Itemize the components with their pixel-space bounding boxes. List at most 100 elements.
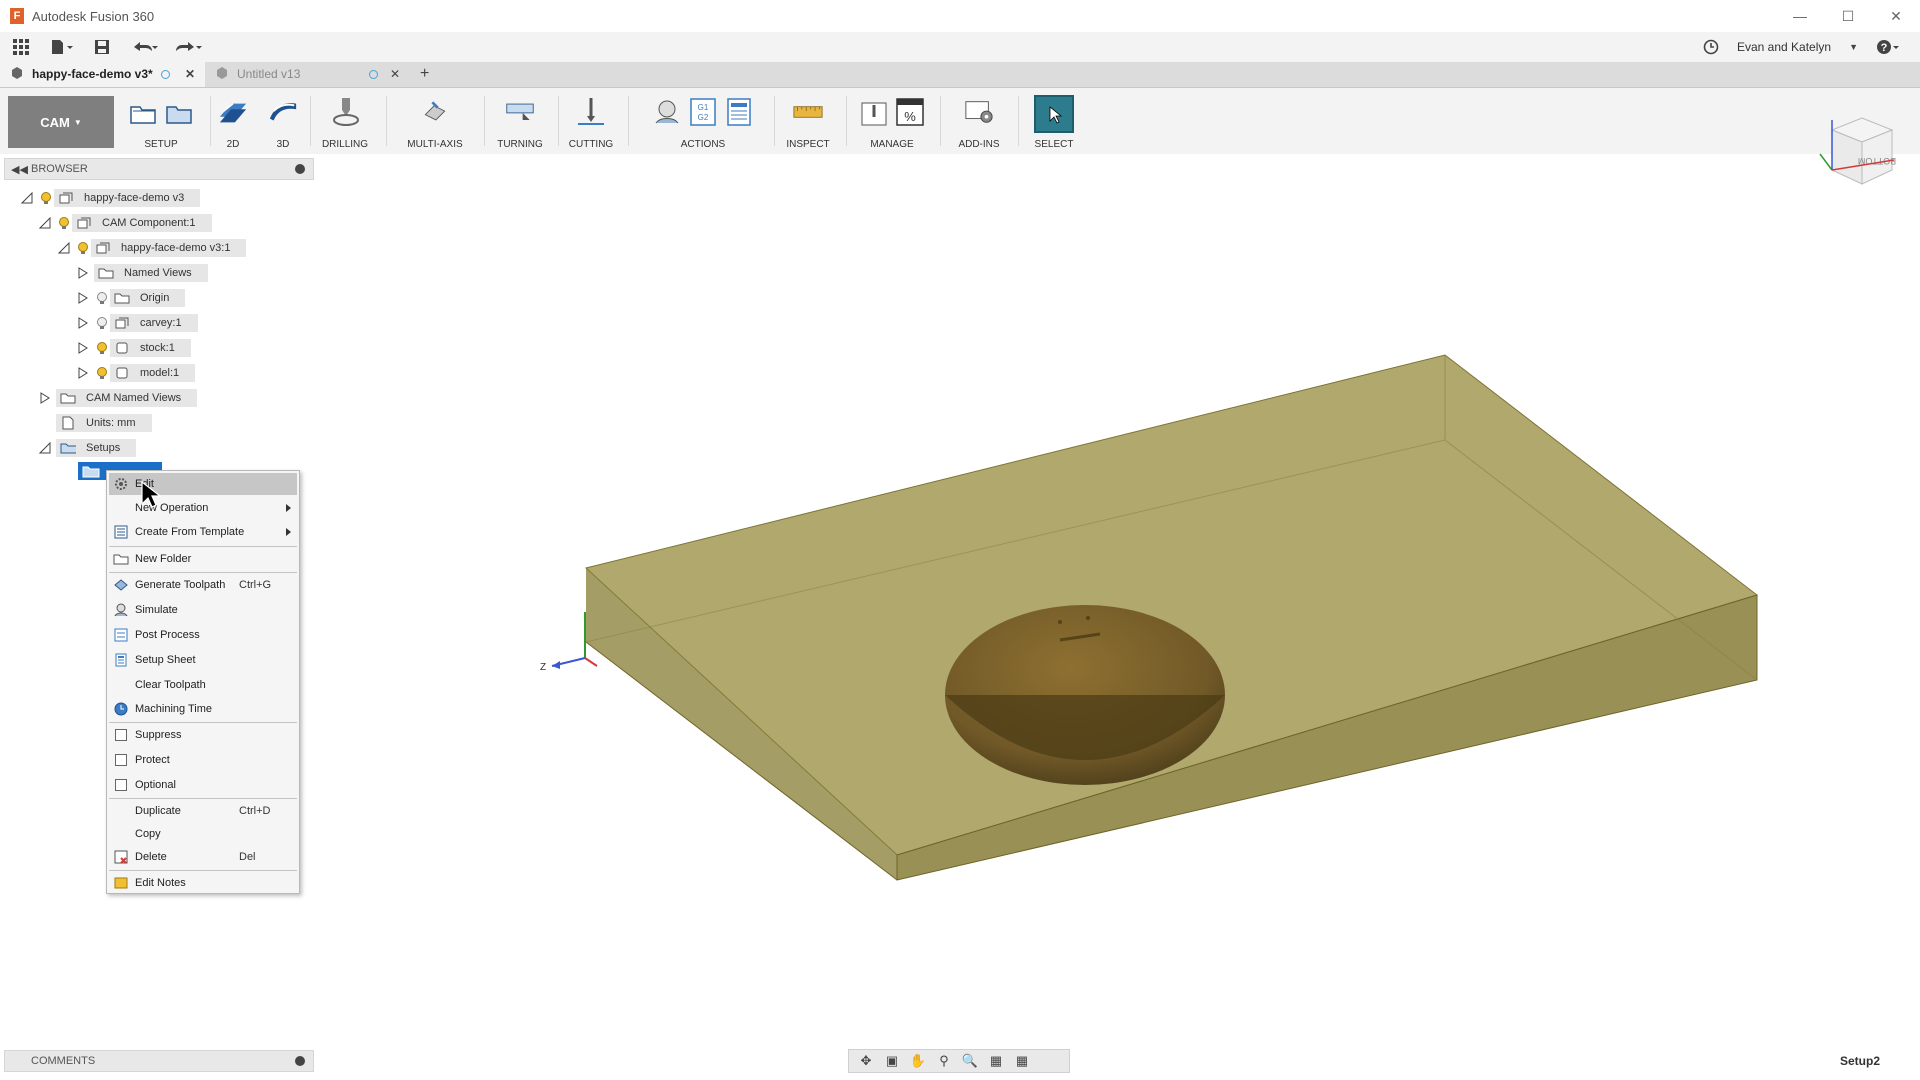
save-icon[interactable]: [82, 32, 122, 62]
ribbon-group-multi-axis[interactable]: MULTI-AXIS: [390, 94, 480, 150]
checkbox[interactable]: [113, 727, 129, 743]
menu-item-duplicate[interactable]: Duplicate Ctrl+D: [109, 800, 297, 822]
ribbon-group-add-ins[interactable]: ADD-INS: [946, 94, 1012, 150]
file-menu-icon[interactable]: [42, 32, 82, 62]
expand-triangle-icon[interactable]: [76, 366, 90, 380]
menu-item-suppress[interactable]: Suppress: [109, 724, 297, 746]
comments-expand-icon[interactable]: [295, 1056, 305, 1066]
ribbon-group-manage[interactable]: % MANAGE: [850, 94, 934, 150]
menu-item-copy[interactable]: Copy: [109, 823, 297, 845]
orbit-icon[interactable]: ✥: [857, 1052, 875, 1070]
tree-item-cam-named-views[interactable]: CAM Named Views: [38, 387, 198, 409]
zoom-icon[interactable]: ⚲: [935, 1052, 953, 1070]
ribbon-group-cutting[interactable]: CUTTING: [562, 94, 620, 150]
expand-triangle-icon[interactable]: [76, 291, 90, 305]
tree-item-stock[interactable]: stock:1: [76, 337, 191, 359]
tree-item-root[interactable]: happy-face-demo v3: [20, 187, 201, 209]
visibility-bulb-icon[interactable]: [38, 190, 54, 206]
tree-item-setups[interactable]: Setups: [38, 437, 137, 459]
tree-item-model[interactable]: model:1: [76, 362, 196, 384]
tree-item-units[interactable]: Units: mm: [56, 412, 152, 434]
display-settings-icon[interactable]: ▦: [987, 1052, 1005, 1070]
visibility-bulb-icon[interactable]: [94, 315, 110, 331]
visibility-bulb-icon[interactable]: [75, 240, 91, 256]
menu-item-machining-time[interactable]: Machining Time: [109, 698, 297, 720]
expand-triangle-icon[interactable]: [57, 241, 71, 255]
expand-triangle-icon[interactable]: [76, 266, 90, 280]
redo-icon[interactable]: [166, 32, 210, 62]
templates-icon[interactable]: %: [895, 97, 925, 127]
tree-item-carvey[interactable]: carvey:1: [76, 312, 198, 334]
2d-milling-icon[interactable]: [218, 97, 248, 127]
menu-item-simulate[interactable]: Simulate: [109, 599, 297, 621]
comments-panel[interactable]: COMMENTS: [4, 1050, 314, 1072]
setup-sheet-icon[interactable]: [724, 97, 754, 127]
add-ins-gear-icon[interactable]: [964, 97, 994, 127]
help-icon[interactable]: ?: [1876, 32, 1900, 62]
menu-item-create-from-template[interactable]: Create From Template: [109, 521, 297, 543]
browser-header[interactable]: ◀◀ BROWSER: [4, 158, 314, 180]
collapse-panel-icon[interactable]: ◀◀: [11, 163, 31, 176]
data-panel-grid-icon[interactable]: [0, 32, 42, 62]
expand-triangle-icon[interactable]: [38, 216, 52, 230]
simulate-icon[interactable]: [652, 97, 682, 127]
maximize-icon[interactable]: ☐: [1824, 0, 1872, 32]
menu-item-new-folder[interactable]: New Folder: [109, 548, 297, 570]
menu-item-post-process[interactable]: Post Process: [109, 624, 297, 646]
3d-milling-icon[interactable]: [268, 97, 298, 127]
expand-triangle-icon[interactable]: [76, 341, 90, 355]
minimize-icon[interactable]: —: [1776, 0, 1824, 32]
drill-icon[interactable]: [330, 97, 360, 127]
viewcube[interactable]: BOTTOM: [1812, 110, 1902, 200]
workspace-switcher[interactable]: CAM ▼: [8, 96, 114, 148]
browser-pin-icon[interactable]: [295, 164, 305, 174]
tree-item-named-views[interactable]: Named Views: [76, 262, 208, 284]
close-window-icon[interactable]: ✕: [1872, 0, 1920, 32]
pan-hand-icon[interactable]: ✋: [909, 1052, 927, 1070]
grid-settings-icon[interactable]: ▦: [1013, 1052, 1031, 1070]
tab-happy-face-demo[interactable]: happy-face-demo v3* ✕: [0, 61, 205, 87]
expand-triangle-icon[interactable]: [20, 191, 34, 205]
close-tab-icon[interactable]: ✕: [390, 67, 400, 81]
post-process-icon[interactable]: G1 G2: [688, 97, 718, 127]
stock-model-3d-view[interactable]: [520, 350, 1770, 900]
ribbon-group-setup[interactable]: SETUP: [118, 94, 204, 150]
ribbon-group-inspect[interactable]: INSPECT: [778, 94, 838, 150]
menu-item-delete[interactable]: Delete Del: [109, 846, 297, 868]
visibility-bulb-icon[interactable]: [56, 215, 72, 231]
expand-triangle-icon[interactable]: [76, 316, 90, 330]
fit-zoom-icon[interactable]: 🔍: [961, 1052, 979, 1070]
undo-icon[interactable]: [122, 32, 166, 62]
setup-folder-icon[interactable]: [164, 97, 194, 127]
new-tab-button[interactable]: +: [410, 61, 439, 87]
ribbon-group-drilling[interactable]: DRILLING: [314, 94, 376, 150]
select-cursor-icon[interactable]: [1034, 95, 1074, 133]
ribbon-group-actions[interactable]: G1 G2 ACTIONS: [638, 94, 768, 150]
visibility-bulb-icon[interactable]: [94, 365, 110, 381]
menu-item-setup-sheet[interactable]: Setup Sheet: [109, 649, 297, 671]
close-tab-icon[interactable]: ✕: [185, 67, 195, 81]
chevron-down-icon[interactable]: ▼: [1849, 32, 1858, 62]
menu-item-protect[interactable]: Protect: [109, 749, 297, 771]
checkbox[interactable]: [113, 777, 129, 793]
tree-item-cam-component[interactable]: CAM Component:1: [38, 212, 212, 234]
tree-item-happy-face-demo-instance[interactable]: happy-face-demo v3:1: [57, 237, 247, 259]
ribbon-group-3d[interactable]: 3D: [264, 94, 302, 150]
ribbon-group-2d[interactable]: 2D: [214, 94, 252, 150]
cutting-icon[interactable]: [576, 97, 606, 127]
ribbon-group-select[interactable]: SELECT: [1026, 94, 1082, 150]
user-account-menu[interactable]: Evan and Katelyn: [1737, 40, 1831, 54]
multi-axis-icon[interactable]: [420, 97, 450, 127]
menu-item-clear-toolpath[interactable]: Clear Toolpath: [109, 674, 297, 696]
checkbox[interactable]: [113, 752, 129, 768]
tree-item-origin[interactable]: Origin: [76, 287, 186, 309]
look-at-icon[interactable]: ▣: [883, 1052, 901, 1070]
expand-triangle-icon[interactable]: [38, 391, 52, 405]
menu-item-generate-toolpath[interactable]: Generate Toolpath Ctrl+G: [109, 574, 297, 596]
menu-item-edit-notes[interactable]: Edit Notes: [109, 872, 297, 894]
turning-icon[interactable]: [505, 97, 535, 127]
ribbon-group-turning[interactable]: TURNING: [488, 94, 552, 150]
expand-triangle-icon[interactable]: [38, 441, 52, 455]
visibility-bulb-icon[interactable]: [94, 340, 110, 356]
visibility-bulb-icon[interactable]: [94, 290, 110, 306]
